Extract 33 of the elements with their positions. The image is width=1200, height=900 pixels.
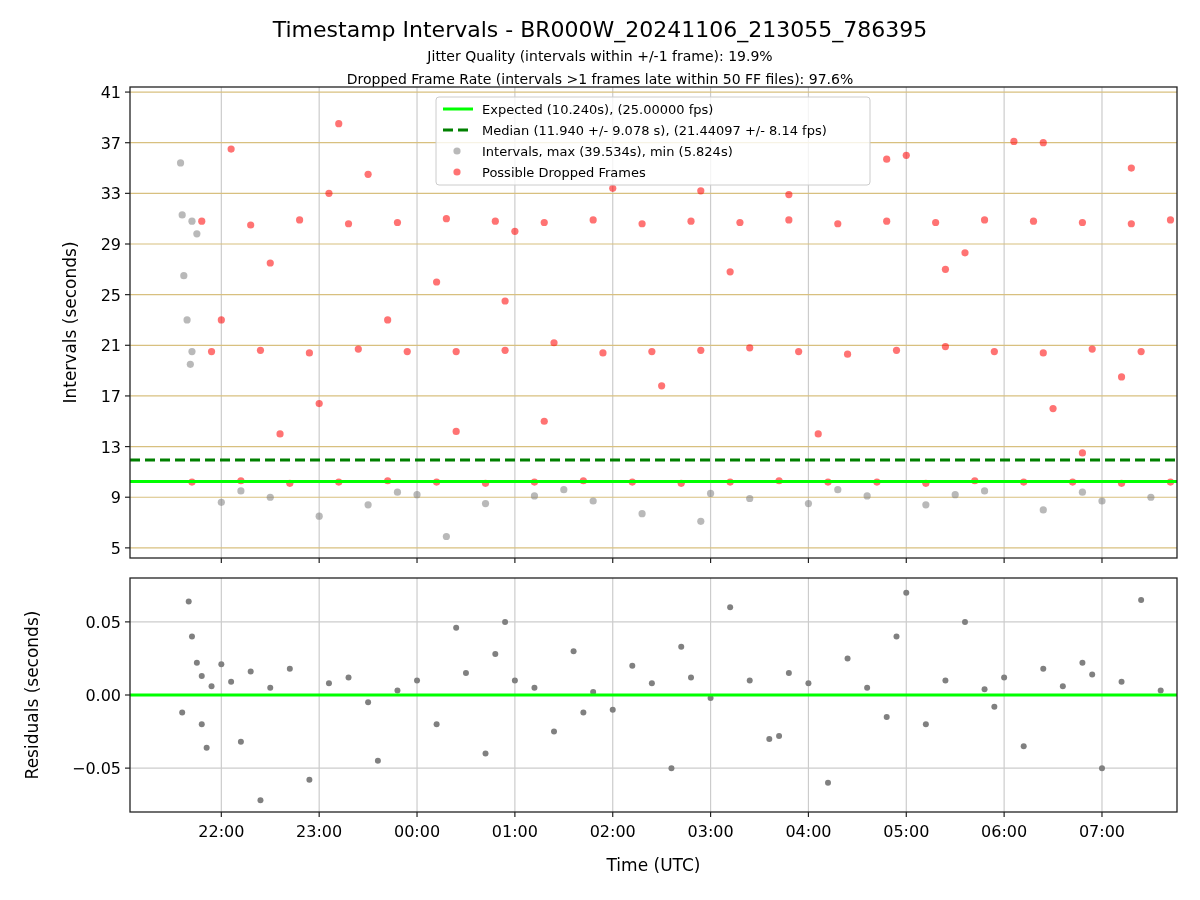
legend-label: Intervals, max (39.534s), min (5.824s) — [482, 144, 733, 159]
x-tick-label: 03:00 — [687, 822, 734, 841]
legend-label: Possible Dropped Frames — [482, 165, 646, 180]
x-tick-label: 05:00 — [883, 822, 930, 841]
x-tick-label: 06:00 — [981, 822, 1028, 841]
y-tick-label: 25 — [100, 285, 121, 305]
y-tick-label: 37 — [100, 133, 121, 153]
y-tick-label: 0.00 — [85, 686, 121, 705]
x-tick-label: 23:00 — [296, 822, 343, 841]
y-tick-label: 5 — [110, 538, 121, 558]
y-tick-label: 33 — [100, 184, 121, 204]
legend-label: Median (11.940 +/- 9.078 s), (21.44097 +/- 8.14 fps) — [482, 123, 827, 138]
y-tick-label: 9 — [110, 488, 121, 508]
x-tick-label: 07:00 — [1078, 822, 1126, 841]
y-tick-label: 0.05 — [85, 612, 121, 632]
x-tick-label: 02:00 — [589, 822, 636, 841]
x-tick-label: 22:00 — [198, 822, 245, 841]
y-tick-label: 17 — [100, 386, 121, 406]
x-tick-label: 04:00 — [785, 822, 832, 841]
y-tick-label: −0.05 — [71, 759, 121, 779]
y-axis-label: Intervals (seconds) — [60, 241, 80, 404]
x-tick-label: 01:00 — [491, 822, 538, 841]
figure-subtitle: Jitter Quality (intervals within +/-1 frame): 19.9% — [427, 48, 773, 64]
y-tick-label: 13 — [100, 437, 121, 457]
y-tick-label: 41 — [100, 83, 121, 103]
legend-label: Expected (10.240s), (25.00000 fps) — [482, 102, 714, 117]
y-axis-label: Residuals (seconds) — [22, 610, 42, 780]
figure-title: Timestamp Intervals - BR000W_20241106_213055_786395 — [272, 17, 928, 42]
x-tick-label: 00:00 — [393, 822, 441, 841]
x-axis-label: Time (UTC) — [606, 855, 701, 875]
y-tick-label: 29 — [100, 235, 121, 254]
y-tick-label: 21 — [100, 336, 121, 356]
figure-subtitle: Dropped Frame Rate (intervals >1 frames late within 50 FF files): 97.6% — [346, 71, 854, 87]
